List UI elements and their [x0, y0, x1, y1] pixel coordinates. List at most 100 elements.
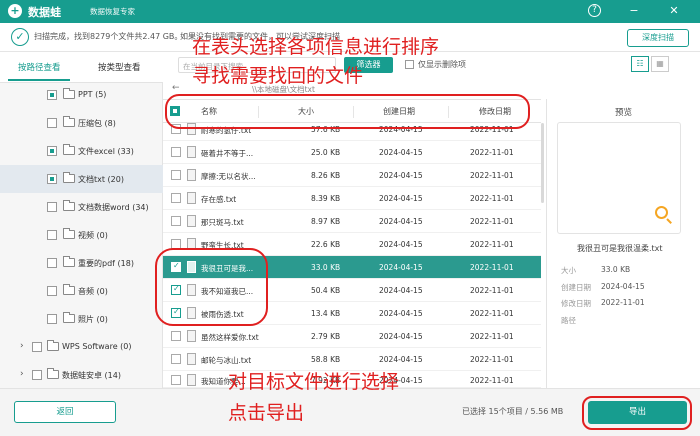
tree-item-audio[interactable]: 音频 (0): [0, 277, 163, 305]
row-checkbox[interactable]: [171, 354, 181, 364]
show-deleted-checkbox[interactable]: [405, 60, 414, 69]
tree-item-ppt[interactable]: PPT (5): [0, 81, 163, 109]
row-checkbox[interactable]: [171, 147, 181, 157]
list-view-button[interactable]: ☷: [631, 56, 649, 72]
file-modified: 2022-11-01: [470, 376, 514, 385]
tree-checkbox[interactable]: [47, 90, 57, 100]
file-modified: 2022-11-01: [470, 148, 514, 157]
grid-view-button[interactable]: ▦: [651, 56, 669, 72]
txt-file-icon: [187, 192, 196, 204]
deep-scan-button[interactable]: 深度扫描: [627, 29, 689, 47]
tree-checkbox[interactable]: [47, 314, 57, 324]
file-name: 邮轮与冰山.txt: [201, 356, 252, 365]
file-name: 存在感.txt: [201, 195, 237, 204]
tree-item-label: 压缩包 (8): [78, 119, 116, 128]
annotation-find-hint: 寻找需要找回的文件: [192, 65, 364, 87]
tree-item-pdf[interactable]: 重要的pdf (18): [0, 249, 163, 277]
table-row[interactable]: 摩擦:无以名状... 8.26 KB 2024-04-15 2022-11-01: [163, 164, 541, 187]
table-row[interactable]: 虽然这样爱你.txt 2.79 KB 2024-04-15 2022-11-01: [163, 325, 541, 348]
file-modified: 2022-11-01: [470, 309, 514, 318]
txt-file-icon: [187, 374, 196, 386]
export-highlight-box: [582, 396, 692, 430]
selection-highlight-box: [155, 248, 268, 326]
preview-file-name: 我很丑可是我很温柔.txt: [577, 244, 663, 253]
file-created: 2024-04-15: [379, 194, 423, 203]
tree-item-label: PPT (5): [78, 90, 107, 99]
file-size: 50.4 KB: [311, 286, 341, 295]
file-modified: 2022-11-01: [470, 217, 514, 226]
file-name: 砸着井不等于...: [201, 149, 254, 158]
tree-checkbox[interactable]: [47, 286, 57, 296]
tree-item-label: 文档txt (20): [78, 175, 124, 184]
tree-checkbox[interactable]: [32, 342, 42, 352]
preview-size-label: 大小: [561, 266, 576, 275]
tree-checkbox[interactable]: [47, 230, 57, 240]
back-button[interactable]: 返回: [14, 401, 116, 423]
header-highlight-box: [165, 94, 530, 129]
file-modified: 2022-11-01: [470, 240, 514, 249]
tree-item-word[interactable]: 文档数据word (34): [0, 193, 163, 221]
file-size: 13.4 KB: [311, 309, 341, 318]
app-name: 数据蛙: [28, 6, 61, 19]
file-created: 2024-04-15: [379, 355, 423, 364]
tree-item-txt[interactable]: 文档txt (20): [0, 165, 163, 193]
tree-item-label: WPS Software (0): [62, 342, 132, 351]
table-scrollbar[interactable]: [541, 123, 544, 203]
folder-icon: [63, 312, 75, 323]
tree-item-label: 重要的pdf (18): [78, 259, 134, 268]
table-row[interactable]: 砸着井不等于... 25.0 KB 2024-04-15 2022-11-01: [163, 141, 541, 164]
tree-item-label: 文档数据word (34): [78, 203, 149, 212]
folder-icon: [63, 228, 75, 239]
folder-icon: [47, 368, 59, 379]
annotation-sort-hint: 在表头选择各项信息进行排序: [192, 36, 440, 58]
tree-checkbox[interactable]: [47, 118, 57, 128]
expand-arrow-icon[interactable]: ›: [20, 369, 24, 379]
tree-item-video[interactable]: 视频 (0): [0, 221, 163, 249]
row-checkbox[interactable]: [171, 170, 181, 180]
file-size: 8.39 KB: [311, 194, 341, 203]
folder-icon: [63, 200, 75, 211]
tree-checkbox[interactable]: [47, 258, 57, 268]
expand-arrow-icon[interactable]: ›: [20, 341, 24, 351]
row-checkbox[interactable]: [171, 375, 181, 385]
file-modified: 2022-11-01: [470, 286, 514, 295]
tab-by-type[interactable]: 按类型查看: [98, 61, 141, 73]
preview-modified-label: 修改日期: [561, 299, 591, 308]
tree-item-photos[interactable]: 照片 (0): [0, 305, 163, 333]
tree-item-label: 照片 (0): [78, 315, 108, 324]
close-icon[interactable]: ✕: [667, 4, 681, 18]
file-created: 2024-04-15: [379, 263, 423, 272]
back-arrow-icon[interactable]: ←: [172, 83, 180, 93]
row-checkbox[interactable]: [171, 193, 181, 203]
file-size: 22.6 KB: [311, 240, 341, 249]
minimize-icon[interactable]: −: [627, 4, 641, 18]
left-panel: 按路径查看 按类型查看 PPT (5) 压缩包 (8) 文件excel (33)…: [0, 52, 163, 388]
tree-checkbox[interactable]: [47, 174, 57, 184]
table-row[interactable]: 那只斑马.txt 8.97 KB 2024-04-15 2022-11-01: [163, 210, 541, 233]
preview-box: [557, 122, 681, 234]
magnifier-icon[interactable]: [655, 206, 668, 219]
file-modified: 2022-11-01: [470, 355, 514, 364]
tree-checkbox[interactable]: [47, 202, 57, 212]
annotation-export-hint: 点击导出: [228, 402, 305, 424]
row-checkbox[interactable]: [171, 216, 181, 226]
folder-icon: [63, 116, 75, 127]
tree-item-wps[interactable]: › WPS Software (0): [0, 333, 163, 361]
tree-checkbox[interactable]: [47, 146, 57, 156]
table-row[interactable]: 存在感.txt 8.39 KB 2024-04-15 2022-11-01: [163, 187, 541, 210]
tab-by-path[interactable]: 按路径查看: [18, 61, 61, 73]
tree-item-excel[interactable]: 文件excel (33): [0, 137, 163, 165]
row-checkbox[interactable]: [171, 331, 181, 341]
tree-item-archive[interactable]: 压缩包 (8): [0, 109, 163, 137]
file-modified: 2022-11-01: [470, 263, 514, 272]
tree-item-android[interactable]: › 数据蛙安卓 (14): [0, 361, 163, 389]
tree-item-label: 视频 (0): [78, 231, 108, 240]
folder-icon: [63, 256, 75, 267]
tree-item-label: 音频 (0): [78, 287, 108, 296]
app-subtitle: 数据恢复专家: [90, 7, 135, 16]
help-icon[interactable]: ?: [588, 4, 601, 17]
file-modified: 2022-11-01: [470, 332, 514, 341]
tree-checkbox[interactable]: [32, 370, 42, 380]
preview-created-value: 2024-04-15: [601, 282, 645, 291]
file-modified: 2022-11-01: [470, 194, 514, 203]
